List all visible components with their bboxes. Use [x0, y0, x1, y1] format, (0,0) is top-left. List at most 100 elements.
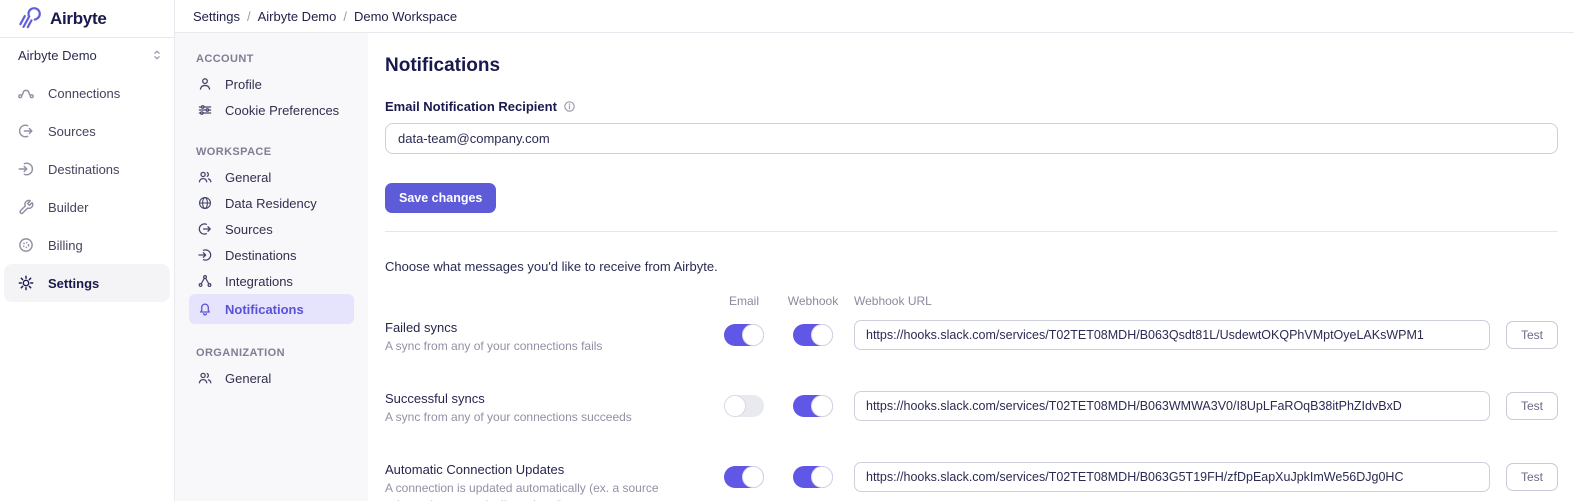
email-toggle[interactable]	[724, 466, 764, 488]
sidebar-item-connections[interactable]: Connections	[4, 74, 170, 112]
settings-nav-general-workspace[interactable]: General	[189, 164, 354, 190]
sidebar-item-label: Connections	[48, 86, 120, 101]
settings-nav-general-organization[interactable]: General	[189, 365, 354, 391]
chevron-updown-icon	[150, 48, 164, 62]
webhook-url-input[interactable]	[854, 391, 1490, 421]
settings-nav-integrations[interactable]: Integrations	[189, 268, 354, 294]
settings-nav-label: Cookie Preferences	[225, 103, 339, 118]
settings-nav-label: Profile	[225, 77, 262, 92]
brand-name: Airbyte	[50, 9, 106, 29]
sidebar-item-label: Billing	[48, 238, 83, 253]
toggle-knob	[811, 324, 833, 346]
webhook-toggle[interactable]	[793, 395, 833, 417]
people-icon	[197, 169, 213, 185]
settings-nav-cookie-preferences[interactable]: Cookie Preferences	[189, 97, 354, 123]
workspace-selector[interactable]: Airbyte Demo	[0, 38, 174, 72]
bell-icon	[197, 301, 213, 317]
sidebar-item-label: Settings	[48, 276, 99, 291]
connections-icon	[17, 84, 35, 102]
row-description: A connection is updated automatically (e…	[385, 480, 685, 501]
destination-icon	[17, 160, 35, 178]
toggle-knob	[742, 466, 764, 488]
notifications-description: Choose what messages you'd like to recei…	[385, 259, 1558, 274]
webhook-toggle[interactable]	[793, 324, 833, 346]
settings-section-workspace: WORKSPACE General	[189, 146, 354, 324]
gear-icon	[17, 274, 35, 292]
person-icon	[197, 76, 213, 92]
settings-nav-notifications[interactable]: Notifications	[189, 294, 354, 324]
breadcrumb-workspace[interactable]: Demo Workspace	[354, 9, 457, 24]
settings-nav-data-residency[interactable]: Data Residency	[189, 190, 354, 216]
breadcrumb-workspace-org[interactable]: Airbyte Demo	[258, 9, 337, 24]
breadcrumb-settings[interactable]: Settings	[193, 9, 240, 24]
breadcrumb-separator: /	[240, 9, 258, 24]
sidebar-nav: Connections Sources Dest	[0, 72, 174, 302]
sidebar-item-settings[interactable]: Settings	[4, 264, 170, 302]
row-title: Automatic Connection Updates	[385, 462, 710, 477]
brand-logo[interactable]: Airbyte	[0, 0, 174, 38]
test-webhook-button[interactable]: Test	[1506, 463, 1558, 491]
app-window: Airbyte Airbyte Demo Connections	[0, 0, 1574, 501]
section-heading: ORGANIZATION	[189, 347, 354, 359]
toggle-knob	[811, 395, 833, 417]
wrench-icon	[17, 198, 35, 216]
sidebar-item-destinations[interactable]: Destinations	[4, 150, 170, 188]
row-title: Failed syncs	[385, 320, 710, 335]
sidebar-item-builder[interactable]: Builder	[4, 188, 170, 226]
source-icon	[197, 221, 213, 237]
main-sidebar: Airbyte Airbyte Demo Connections	[0, 0, 175, 501]
notifications-page: Notifications Email Notification Recipie…	[368, 33, 1574, 501]
sidebar-item-label: Destinations	[48, 162, 120, 177]
sliders-icon	[197, 102, 213, 118]
save-changes-button[interactable]: Save changes	[385, 183, 496, 213]
toggle-knob	[742, 324, 764, 346]
notification-row-automatic-connection-updates: Automatic Connection Updates A connectio…	[385, 462, 1558, 501]
settings-nav-label: Sources	[225, 222, 273, 237]
globe-icon	[197, 195, 213, 211]
settings-nav-label: General	[225, 371, 271, 386]
test-webhook-button[interactable]: Test	[1506, 321, 1558, 349]
sidebar-item-sources[interactable]: Sources	[4, 112, 170, 150]
test-webhook-button[interactable]: Test	[1506, 392, 1558, 420]
email-toggle[interactable]	[724, 324, 764, 346]
airbyte-logo-icon	[18, 7, 42, 31]
topbar: Settings/Airbyte Demo/Demo Workspace	[175, 0, 1574, 33]
row-title: Successful syncs	[385, 391, 710, 406]
settings-subnav: ACCOUNT Profile	[175, 33, 368, 501]
webhook-url-column-header: Webhook URL	[852, 294, 1490, 308]
destination-icon	[197, 247, 213, 263]
webhook-column-header: Webhook	[778, 294, 848, 308]
settings-nav-label: Destinations	[225, 248, 297, 263]
webhook-url-input[interactable]	[854, 320, 1490, 350]
settings-nav-label: Data Residency	[225, 196, 317, 211]
settings-nav-label: Integrations	[225, 274, 293, 289]
webhook-toggle[interactable]	[793, 466, 833, 488]
section-heading: WORKSPACE	[189, 146, 354, 158]
breadcrumb: Settings/Airbyte Demo/Demo Workspace	[193, 9, 457, 24]
webhook-url-input[interactable]	[854, 462, 1490, 492]
info-icon[interactable]	[563, 100, 576, 113]
notification-row-successful-syncs: Successful syncs A sync from any of your…	[385, 391, 1558, 425]
integrations-icon	[197, 273, 213, 289]
sidebar-item-label: Sources	[48, 124, 96, 139]
section-heading: ACCOUNT	[189, 53, 354, 65]
toggle-knob	[811, 466, 833, 488]
notifications-table-header: Email Webhook Webhook URL	[385, 294, 1558, 308]
settings-nav-destinations[interactable]: Destinations	[189, 242, 354, 268]
settings-nav-label: General	[225, 170, 271, 185]
row-description: A sync from any of your connections succ…	[385, 409, 685, 425]
settings-nav-sources[interactable]: Sources	[189, 216, 354, 242]
notification-row-failed-syncs: Failed syncs A sync from any of your con…	[385, 320, 1558, 354]
email-recipient-input[interactable]	[385, 123, 1558, 154]
email-toggle[interactable]	[724, 395, 764, 417]
email-column-header: Email	[714, 294, 774, 308]
people-icon	[197, 370, 213, 386]
settings-nav-label: Notifications	[225, 302, 304, 317]
settings-section-account: ACCOUNT Profile	[189, 53, 354, 123]
settings-section-organization: ORGANIZATION General	[189, 347, 354, 391]
settings-nav-profile[interactable]: Profile	[189, 71, 354, 97]
section-divider	[385, 231, 1558, 232]
sidebar-item-billing[interactable]: Billing	[4, 226, 170, 264]
page-title: Notifications	[385, 55, 1558, 77]
source-icon	[17, 122, 35, 140]
